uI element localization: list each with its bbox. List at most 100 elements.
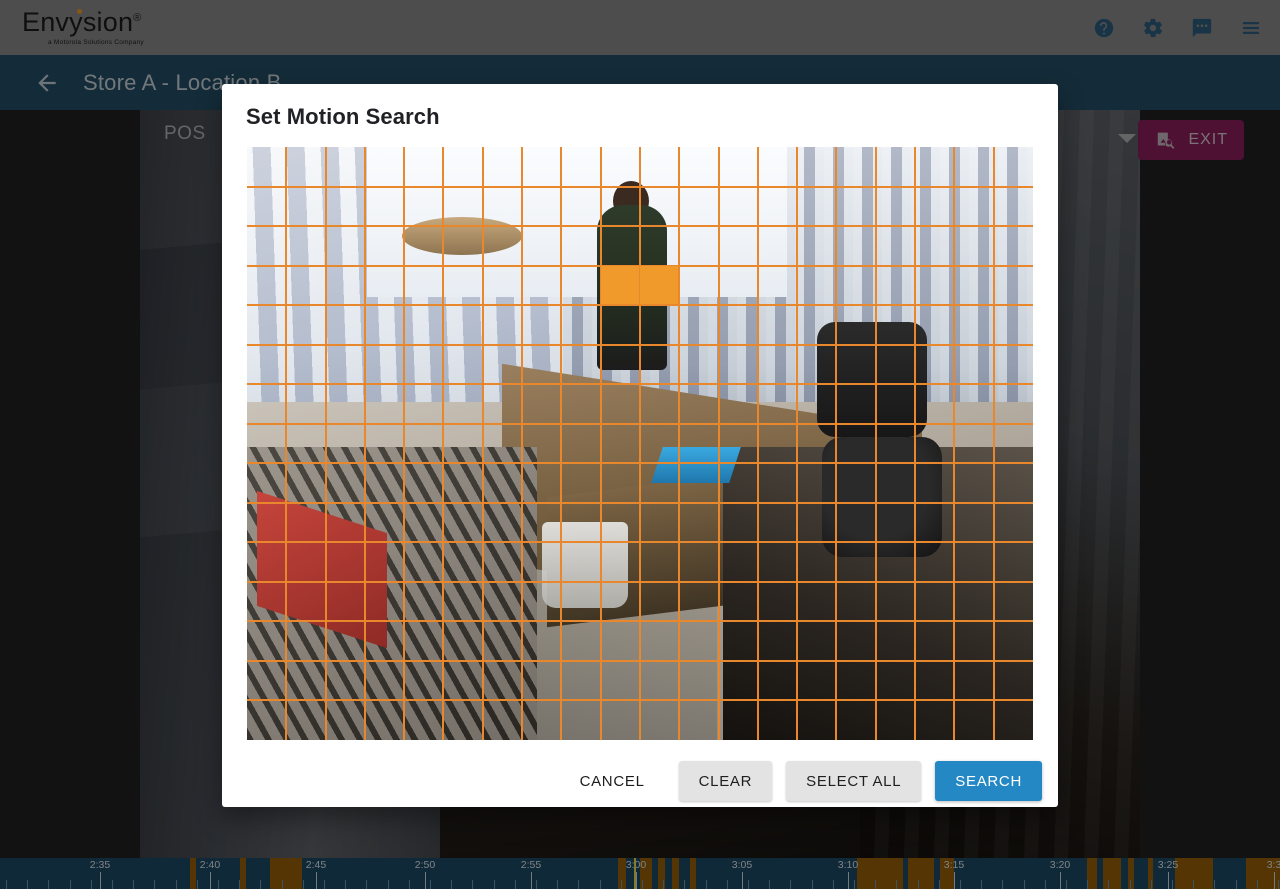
motion-grid-cell[interactable]	[678, 225, 720, 267]
motion-grid-cell[interactable]	[247, 225, 287, 267]
motion-grid-cell[interactable]	[953, 383, 995, 425]
motion-grid-cell[interactable]	[560, 660, 602, 701]
motion-grid-cell[interactable]	[718, 186, 759, 227]
motion-grid-cell[interactable]	[600, 423, 641, 464]
motion-grid-cell[interactable]	[757, 225, 798, 267]
motion-grid-cell[interactable]	[403, 344, 444, 385]
motion-grid-cell[interactable]	[285, 304, 327, 346]
motion-grid-cell[interactable]	[521, 225, 562, 267]
motion-grid-cell[interactable]	[993, 265, 1033, 306]
motion-grid-cell[interactable]	[835, 620, 877, 662]
motion-grid-cell[interactable]	[325, 699, 366, 740]
motion-grid-cell[interactable]	[403, 147, 444, 188]
motion-grid-cell[interactable]	[521, 265, 562, 306]
motion-grid-cell[interactable]	[521, 699, 562, 740]
motion-grid-cell[interactable]	[993, 186, 1033, 227]
motion-grid-cell[interactable]	[600, 304, 641, 346]
motion-grid-cell[interactable]	[914, 265, 955, 306]
motion-grid-cell[interactable]	[482, 186, 523, 227]
motion-grid-cell[interactable]	[285, 502, 327, 543]
motion-grid-cell[interactable]	[993, 541, 1033, 583]
motion-grid-cell[interactable]	[953, 541, 995, 583]
motion-grid-cell[interactable]	[364, 147, 405, 188]
motion-grid-cell[interactable]	[325, 147, 366, 188]
motion-grid-cell[interactable]	[796, 383, 837, 425]
motion-grid-cell[interactable]	[953, 660, 995, 701]
motion-grid-cell[interactable]	[285, 699, 327, 740]
motion-grid-cell[interactable]	[678, 344, 720, 385]
motion-grid-cell[interactable]	[364, 502, 405, 543]
motion-grid-cell[interactable]	[718, 423, 759, 464]
motion-grid-cell[interactable]	[482, 304, 523, 346]
motion-grid-cell[interactable]	[521, 383, 562, 425]
motion-grid-cell[interactable]	[639, 423, 680, 464]
motion-grid-cell[interactable]	[678, 541, 720, 583]
motion-grid-cell[interactable]	[796, 581, 837, 622]
motion-grid-cell[interactable]	[835, 383, 877, 425]
motion-grid-cell[interactable]	[993, 383, 1033, 425]
motion-grid-cell[interactable]	[560, 304, 602, 346]
motion-grid-cell[interactable]	[521, 147, 562, 188]
motion-grid-cell[interactable]	[364, 620, 405, 662]
motion-grid-cell[interactable]	[325, 620, 366, 662]
motion-grid-cell[interactable]	[796, 147, 837, 188]
motion-grid-cell[interactable]	[364, 541, 405, 583]
motion-grid-cell[interactable]	[403, 502, 444, 543]
motion-grid-cell[interactable]	[482, 541, 523, 583]
motion-grid-cell[interactable]	[639, 699, 680, 740]
motion-grid-cell[interactable]	[875, 265, 916, 306]
motion-grid-cell[interactable]	[757, 620, 798, 662]
motion-grid-cell[interactable]	[560, 581, 602, 622]
motion-grid-cells[interactable]	[247, 147, 1033, 740]
motion-grid-cell[interactable]	[521, 502, 562, 543]
motion-grid-cell[interactable]	[835, 225, 877, 267]
motion-grid-cell[interactable]	[718, 462, 759, 504]
motion-grid-cell[interactable]	[914, 502, 955, 543]
motion-grid-cell[interactable]	[678, 423, 720, 464]
motion-grid-cell[interactable]	[442, 581, 484, 622]
motion-grid-cell[interactable]	[364, 423, 405, 464]
motion-grid-cell[interactable]	[639, 660, 680, 701]
motion-grid-cell[interactable]	[325, 225, 366, 267]
motion-grid-cell[interactable]	[678, 581, 720, 622]
motion-grid-cell[interactable]	[914, 186, 955, 227]
motion-grid-cell[interactable]	[914, 620, 955, 662]
motion-grid-cell[interactable]	[521, 462, 562, 504]
motion-grid-cell[interactable]	[757, 383, 798, 425]
motion-grid-cell[interactable]	[325, 344, 366, 385]
motion-grid-cell[interactable]	[757, 186, 798, 227]
motion-grid-cell[interactable]	[639, 225, 680, 267]
motion-grid-cell[interactable]	[482, 344, 523, 385]
motion-grid-cell[interactable]	[993, 660, 1033, 701]
motion-grid-cell[interactable]	[953, 344, 995, 385]
motion-grid-cell[interactable]	[718, 581, 759, 622]
motion-grid-cell[interactable]	[678, 620, 720, 662]
motion-grid-cell[interactable]	[600, 225, 641, 267]
motion-grid-cell[interactable]	[914, 344, 955, 385]
motion-grid-cell[interactable]	[364, 581, 405, 622]
motion-grid-cell[interactable]	[757, 304, 798, 346]
motion-grid-cell[interactable]	[560, 462, 602, 504]
motion-grid-cell[interactable]	[521, 186, 562, 227]
motion-grid-cell[interactable]	[600, 699, 641, 740]
motion-grid-cell[interactable]	[953, 462, 995, 504]
motion-grid-cell[interactable]	[560, 502, 602, 543]
motion-grid[interactable]	[247, 147, 1033, 740]
motion-grid-cell[interactable]	[835, 186, 877, 227]
motion-grid-cell[interactable]	[757, 462, 798, 504]
motion-grid-cell[interactable]	[796, 265, 837, 306]
motion-grid-cell[interactable]	[285, 620, 327, 662]
motion-grid-cell[interactable]	[442, 699, 484, 740]
motion-grid-cell[interactable]	[247, 699, 287, 740]
motion-grid-cell[interactable]	[796, 304, 837, 346]
motion-grid-cell[interactable]	[639, 265, 680, 306]
motion-grid-cell[interactable]	[678, 462, 720, 504]
motion-grid-cell[interactable]	[482, 265, 523, 306]
motion-grid-cell[interactable]	[953, 304, 995, 346]
motion-grid-cell[interactable]	[953, 186, 995, 227]
motion-grid-cell[interactable]	[953, 620, 995, 662]
motion-grid-cell[interactable]	[796, 502, 837, 543]
motion-grid-cell[interactable]	[875, 581, 916, 622]
motion-grid-cell[interactable]	[678, 502, 720, 543]
motion-grid-cell[interactable]	[953, 147, 995, 188]
